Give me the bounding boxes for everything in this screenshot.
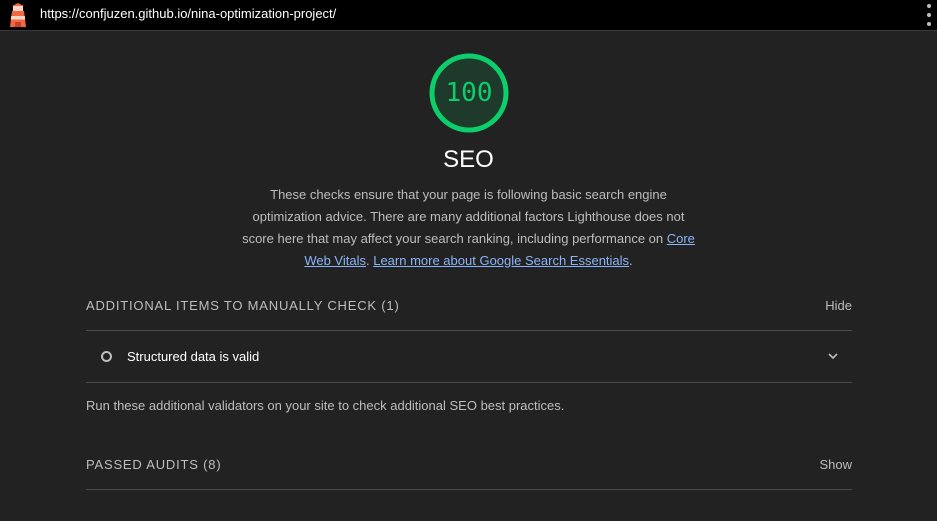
- manual-check-group-header: ADDITIONAL ITEMS TO MANUALLY CHECK (1) H…: [86, 293, 852, 317]
- audit-structured-data[interactable]: Structured data is valid: [86, 331, 852, 382]
- passed-audits-group-title: PASSED AUDITS (8): [86, 456, 222, 472]
- page-url: https://confjuzen.github.io/nina-optimiz…: [40, 6, 337, 21]
- manual-check-group-title: ADDITIONAL ITEMS TO MANUALLY CHECK (1): [86, 297, 400, 313]
- description-text: These checks ensure that your page is fo…: [242, 187, 685, 246]
- lighthouse-icon: [10, 3, 26, 27]
- validators-note: Run these additional validators on your …: [86, 398, 565, 413]
- passed-audits-group-header: PASSED AUDITS (8) Show: [86, 452, 852, 476]
- audit-label: Structured data is valid: [127, 349, 260, 364]
- show-toggle[interactable]: Show: [819, 457, 852, 472]
- chevron-down-icon[interactable]: [826, 349, 840, 363]
- informative-ring-icon: [101, 351, 112, 362]
- learn-more-link[interactable]: Learn more about Google Search Essential…: [373, 253, 629, 268]
- score-value: 100: [445, 78, 493, 108]
- divider: [86, 382, 852, 383]
- kebab-menu-icon[interactable]: [926, 4, 932, 26]
- top-bar: https://confjuzen.github.io/nina-optimiz…: [0, 0, 937, 31]
- hide-toggle[interactable]: Hide: [825, 298, 852, 313]
- category-title: SEO: [443, 146, 494, 173]
- divider: [86, 489, 852, 490]
- category-description: These checks ensure that your page is fo…: [238, 184, 699, 272]
- description-suffix: .: [629, 253, 633, 268]
